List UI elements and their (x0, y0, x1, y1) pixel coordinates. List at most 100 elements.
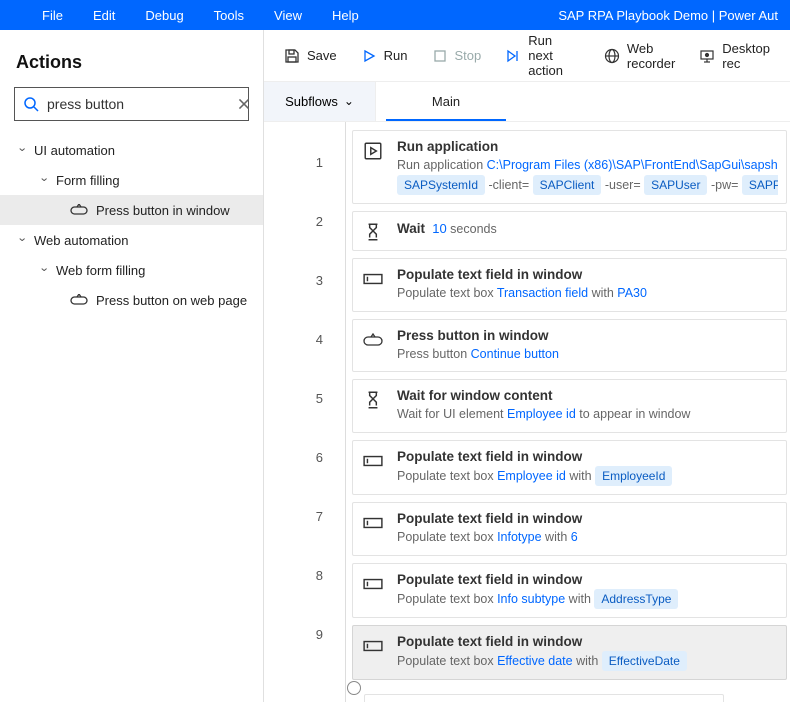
step-title: Run application (397, 139, 778, 154)
tree-ui-automation[interactable]: UI automation (0, 135, 263, 165)
menu-view[interactable]: View (259, 8, 317, 23)
step-icon (505, 48, 521, 64)
step-subtitle: Populate text box Info subtype with Addr… (397, 589, 778, 609)
subflows-dropdown[interactable]: Subflows ⌄ (264, 82, 376, 121)
hourglass-icon (363, 222, 383, 242)
menu-debug[interactable]: Debug (130, 8, 198, 23)
run-button[interactable]: Run (349, 38, 420, 74)
web-recorder-label: Web recorder (627, 41, 675, 71)
step-subtitle: Populate text box Transaction field with… (397, 284, 778, 303)
window-title: SAP RPA Playbook Demo | Power Aut (558, 8, 778, 23)
hourglass-icon (363, 390, 383, 410)
step-populate-text-field[interactable]: Populate text field in window Populate t… (352, 502, 787, 556)
step-press-button[interactable]: Press button in window Press button Cont… (352, 319, 787, 373)
desktop-icon (699, 48, 715, 64)
textbox-icon (363, 636, 383, 656)
search-input[interactable] (39, 96, 236, 112)
tree-press-button-on-web-page[interactable]: Press button on web page (0, 285, 263, 315)
search-icon (23, 96, 39, 112)
run-label: Run (384, 48, 408, 63)
web-recorder-button[interactable]: Web recorder (592, 38, 687, 74)
tree-form-filling[interactable]: Form filling (0, 165, 263, 195)
toolbar: Save Run Stop Run next action Web record… (264, 30, 790, 82)
tree-label: Press button in window (96, 203, 230, 218)
step-subtitle: 10 (432, 221, 446, 236)
tree-press-button-in-window[interactable]: Press button in window (0, 195, 263, 225)
chevron-down-icon (39, 174, 56, 187)
subflows-label: Subflows (285, 94, 338, 109)
actions-tree: UI automation Form filling Press button … (0, 131, 263, 702)
textbox-icon (363, 451, 383, 471)
tree-web-automation[interactable]: Web automation (0, 225, 263, 255)
press-button-icon (70, 204, 88, 216)
globe-icon (604, 48, 620, 64)
tree-web-form-filling[interactable]: Web form filling (0, 255, 263, 285)
line-number: 4 (264, 311, 345, 368)
step-subtitle: Wait for UI element Employee id to appea… (397, 405, 778, 424)
step-title: Wait (397, 221, 425, 236)
step-populate-text-field[interactable]: Populate text field in window Populate t… (352, 258, 787, 312)
tabs-row: Subflows ⌄ Main (264, 82, 790, 122)
actions-panel: Actions UI automation Form filling (0, 30, 264, 702)
step-subtitle: Populate text box Infotype with 6 (397, 528, 778, 547)
line-number: 2 (264, 193, 345, 250)
stop-label: Stop (455, 48, 482, 63)
desktop-recorder-button[interactable]: Desktop rec (687, 38, 782, 74)
step-wait-for-window-content[interactable]: Wait for window content Wait for UI elem… (352, 379, 787, 433)
stop-icon (432, 48, 448, 64)
insert-marker (352, 687, 787, 688)
tab-label: Main (432, 94, 460, 109)
stop-button: Stop (420, 38, 494, 74)
step-title: Populate text field in window (397, 267, 778, 282)
tree-label: Form filling (56, 173, 120, 188)
step-populate-text-field[interactable]: Populate text field in window Populate t… (352, 440, 787, 495)
step-subtitle: Run application C:\Program Files (x86)\S… (397, 156, 778, 195)
save-label: Save (307, 48, 337, 63)
tree-label: Web automation (34, 233, 128, 248)
save-button[interactable]: Save (272, 38, 349, 74)
desktop-recorder-label: Desktop rec (722, 41, 770, 71)
menu-bar: File Edit Debug Tools View Help SAP RPA … (0, 0, 790, 30)
press-button-icon (363, 330, 383, 350)
textbox-icon (363, 513, 383, 533)
menu-file[interactable]: File (12, 8, 78, 23)
menu-edit[interactable]: Edit (78, 8, 130, 23)
menu-tools[interactable]: Tools (199, 8, 259, 23)
step-title: Wait for window content (397, 388, 778, 403)
step-wait[interactable]: Wait 10 seconds (352, 211, 787, 251)
step-title: Populate text field in window (397, 511, 778, 526)
clear-search-icon[interactable] (236, 96, 252, 112)
step-title: Populate text field in window (397, 634, 778, 649)
line-number: 9 (264, 606, 345, 663)
chevron-down-icon (39, 264, 56, 277)
run-next-label: Run next action (528, 33, 580, 78)
search-field[interactable] (14, 87, 249, 121)
step-title: Press button in window (397, 328, 778, 343)
step-title: Populate text field in window (397, 449, 778, 464)
step-title: Populate text field in window (397, 572, 778, 587)
line-number: 6 (264, 429, 345, 486)
line-gutter: 1 2 3 4 5 6 7 8 9 (264, 122, 346, 702)
tree-label: Press button on web page (96, 293, 247, 308)
line-number: 5 (264, 370, 345, 427)
step-populate-text-field[interactable]: Populate text field in window Populate t… (352, 563, 787, 618)
tree-label: Web form filling (56, 263, 145, 278)
chevron-down-icon (17, 144, 34, 157)
tab-main[interactable]: Main (376, 82, 516, 121)
line-number: 1 (264, 134, 345, 191)
actions-heading: Actions (16, 52, 247, 73)
chevron-down-icon: ⌄ (344, 94, 354, 108)
line-number: 8 (264, 547, 345, 604)
step-populate-text-field[interactable]: Populate text field in window Populate t… (352, 625, 787, 680)
run-next-button[interactable]: Run next action (493, 38, 592, 74)
play-icon (361, 48, 377, 64)
step-subtitle: Press button Continue button (397, 345, 778, 364)
editor-panel: Save Run Stop Run next action Web record… (264, 30, 790, 702)
textbox-icon (363, 574, 383, 594)
dragged-step-press-button[interactable]: Press button in window Press button in w… (364, 694, 724, 702)
line-number: 7 (264, 488, 345, 545)
save-icon (284, 48, 300, 64)
textbox-icon (363, 269, 383, 289)
step-run-application[interactable]: Run application Run application C:\Progr… (352, 130, 787, 204)
menu-help[interactable]: Help (317, 8, 374, 23)
